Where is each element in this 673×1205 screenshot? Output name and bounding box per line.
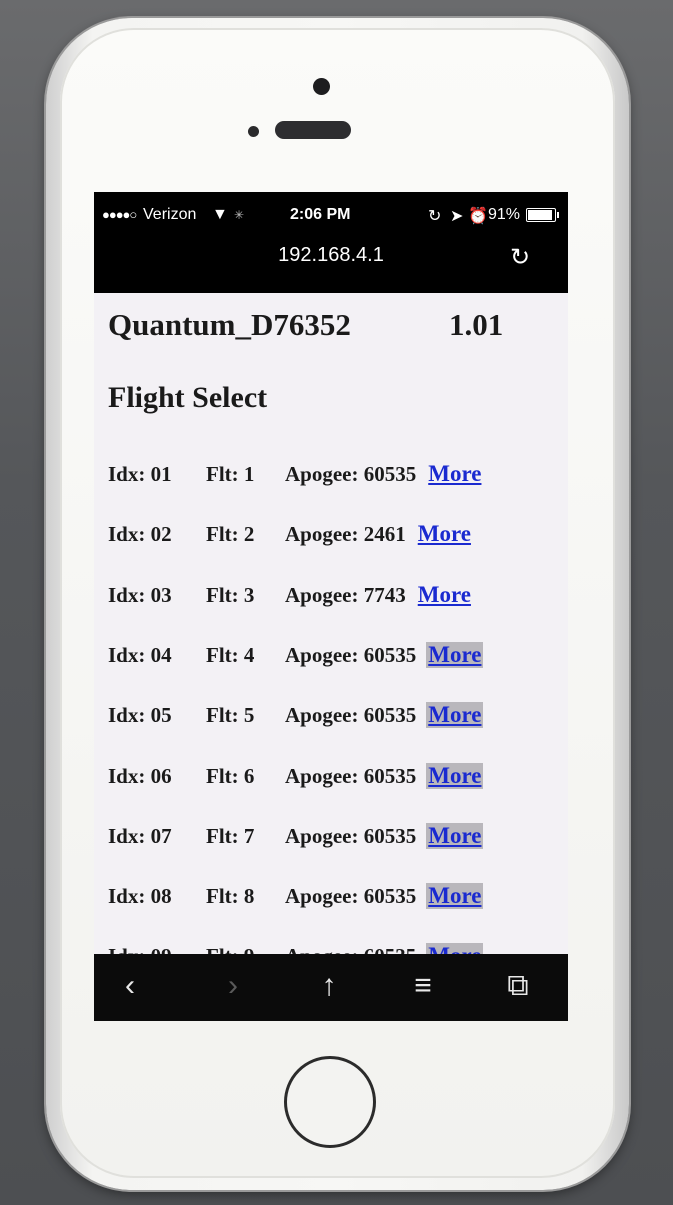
flight-index: Idx: 03	[108, 583, 172, 607]
url-text[interactable]: 192.168.4.1	[94, 244, 568, 267]
wifi-icon: ▼	[212, 206, 228, 223]
flight-row: Idx: 04 Flt: 4 Apogee: 60535 More	[108, 642, 484, 682]
address-bar[interactable]: 192.168.4.1 ↻	[94, 236, 568, 293]
device-name: Quantum_D76352	[108, 307, 351, 342]
status-clock: 2:06 PM	[290, 206, 351, 223]
back-icon[interactable]: ‹	[106, 964, 154, 1008]
flight-number: Flt: 3	[206, 583, 255, 607]
battery-level-fill	[528, 210, 552, 220]
web-page-content: Quantum_D76352 1.01 Flight Select Idx: 0…	[94, 293, 568, 954]
flight-apogee: Apogee: 60535	[285, 824, 417, 848]
flight-row: Idx: 08 Flt: 8 Apogee: 60535 More	[108, 883, 484, 923]
share-icon[interactable]: ↑	[305, 964, 353, 1008]
flight-apogee: Apogee: 60535	[285, 703, 417, 727]
location-arrow-icon: ➤	[450, 208, 464, 225]
flight-number: Flt: 2	[206, 522, 255, 546]
earpiece-speaker-icon	[275, 121, 351, 139]
flight-index: Idx: 02	[108, 522, 172, 546]
flight-index: Idx: 08	[108, 884, 172, 908]
battery-percentage: 91%	[488, 206, 521, 223]
flight-number: Flt: 8	[206, 884, 255, 908]
flight-row: Idx: 03 Flt: 3 Apogee: 7743 More	[108, 582, 473, 622]
flight-index: Idx: 04	[108, 643, 172, 667]
network-activity-icon: ✳	[234, 208, 245, 222]
status-bar: ●●●●○ Verizon ▼ ✳ 2:06 PM ↻ ➤ ⏰ 91%	[94, 192, 568, 236]
more-link[interactable]: More	[426, 461, 483, 487]
flight-apogee: Apogee: 60535	[285, 764, 417, 788]
proximity-sensor-icon	[248, 126, 259, 137]
bookmarks-icon[interactable]: ≡	[399, 964, 447, 1008]
page-title: Flight Select	[108, 381, 268, 414]
flight-row: Idx: 01 Flt: 1 Apogee: 60535 More	[108, 461, 483, 501]
more-link[interactable]: More	[426, 883, 484, 909]
battery-icon	[526, 208, 559, 222]
flight-number: Flt: 7	[206, 824, 255, 848]
flight-row: Idx: 07 Flt: 7 Apogee: 60535 More	[108, 823, 484, 863]
more-link[interactable]: More	[416, 521, 473, 547]
signal-bars-icon: ●●●●○	[102, 207, 137, 222]
flight-apogee: Apogee: 60535	[285, 884, 417, 908]
home-button[interactable]	[284, 1056, 376, 1148]
more-link[interactable]: More	[426, 702, 484, 728]
firmware-version: 1.01	[449, 307, 504, 342]
flight-index: Idx: 01	[108, 462, 172, 486]
flight-index: Idx: 07	[108, 824, 172, 848]
flight-number: Flt: 1	[206, 462, 255, 486]
more-link[interactable]: More	[426, 823, 484, 849]
flight-index: Idx: 05	[108, 703, 172, 727]
flight-apogee: Apogee: 7743	[285, 583, 406, 607]
flight-index: Idx: 09	[108, 944, 206, 954]
flight-apogee: Apogee: 2461	[285, 522, 406, 546]
flight-row: Idx: 05 Flt: 5 Apogee: 60535 More	[108, 702, 484, 742]
flight-apogee: Apogee: 60535	[285, 462, 417, 486]
phone-screen: ●●●●○ Verizon ▼ ✳ 2:06 PM ↻ ➤ ⏰ 91% 192.…	[94, 192, 568, 1021]
flight-row: Idx: 09Flt: 9Apogee: 60535 More	[108, 943, 484, 954]
flight-number: Flt: 9	[206, 944, 285, 954]
more-link[interactable]: More	[416, 582, 473, 608]
rotation-lock-icon: ↻	[428, 208, 442, 225]
flight-index: Idx: 06	[108, 764, 172, 788]
more-link[interactable]: More	[426, 763, 484, 789]
browser-toolbar: ‹ › ↑ ≡ ⧉	[94, 954, 568, 1021]
flight-number: Flt: 6	[206, 764, 255, 788]
flight-number: Flt: 4	[206, 643, 255, 667]
more-link[interactable]: More	[426, 943, 484, 954]
flight-apogee: Apogee: 60535	[285, 944, 416, 954]
flight-apogee: Apogee: 60535	[285, 643, 417, 667]
carrier-name: Verizon	[143, 206, 197, 223]
flight-number: Flt: 5	[206, 703, 255, 727]
alarm-clock-icon: ⏰	[468, 208, 488, 225]
flight-row: Idx: 02 Flt: 2 Apogee: 2461 More	[108, 521, 473, 561]
flight-row: Idx: 06 Flt: 6 Apogee: 60535 More	[108, 763, 484, 803]
more-link[interactable]: More	[426, 642, 484, 668]
forward-icon[interactable]: ›	[209, 964, 257, 1008]
tabs-icon[interactable]: ⧉	[494, 964, 542, 1008]
front-camera-icon	[313, 78, 330, 95]
reload-icon[interactable]: ↻	[502, 241, 538, 275]
